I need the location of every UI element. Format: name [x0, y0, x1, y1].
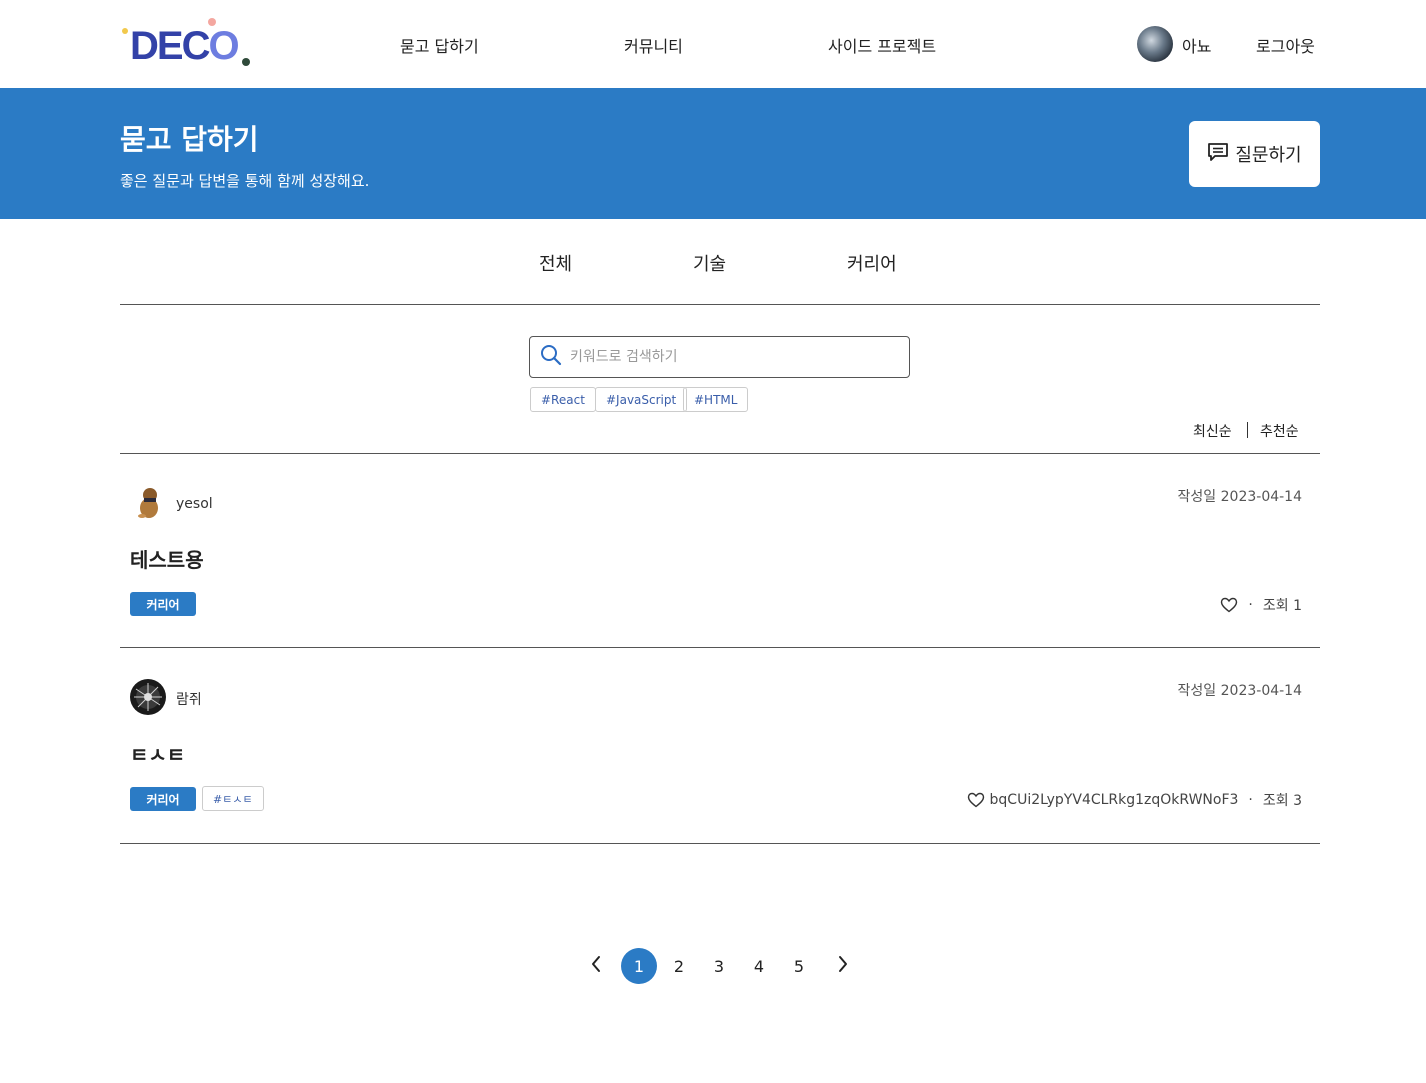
chevron-right-icon[interactable]: [836, 952, 850, 980]
list-top-divider: [120, 453, 1320, 454]
ask-question-button[interactable]: 질문하기: [1189, 121, 1320, 187]
tab-all[interactable]: 전체: [539, 250, 572, 276]
tabs-divider: [120, 304, 1320, 305]
logo-dot-green: [242, 58, 250, 66]
search-tag-react[interactable]: #React: [530, 387, 596, 412]
page-3[interactable]: 3: [701, 948, 737, 984]
heart-icon[interactable]: [967, 792, 985, 808]
sort-latest[interactable]: 최신순: [1193, 421, 1232, 441]
logout-link[interactable]: 로그아웃: [1256, 33, 1315, 57]
page-banner: 묻고 답하기 좋은 질문과 답변을 통해 함께 성장해요. 질문하기: [0, 88, 1426, 219]
post-meta: · 조회 1: [1220, 595, 1302, 615]
sort-recommended[interactable]: 추천순: [1260, 421, 1299, 441]
search-input[interactable]: [570, 349, 890, 365]
post-title[interactable]: ㅌㅅㅌ: [130, 739, 185, 768]
tab-career[interactable]: 커리어: [847, 250, 897, 276]
logo-dot-yellow: [122, 28, 128, 34]
page-subtitle: 좋은 질문과 답변을 통해 함께 성장해요.: [120, 172, 370, 190]
heart-icon[interactable]: [1220, 597, 1238, 613]
post-tag[interactable]: #ㅌㅅㅌ: [202, 786, 264, 811]
author-name: 람쥐: [176, 692, 202, 708]
post-date: 작성일 2023-04-14: [1177, 489, 1302, 505]
pagination: 1 2 3 4 5: [0, 948, 1426, 984]
nav-community[interactable]: 커뮤니티: [624, 33, 683, 57]
category-badge: 커리어: [130, 787, 196, 811]
page-5[interactable]: 5: [781, 948, 817, 984]
user-name[interactable]: 아뇨: [1182, 33, 1211, 57]
tab-tech[interactable]: 기술: [693, 250, 726, 276]
post-title[interactable]: 테스트용: [130, 544, 204, 573]
page-title: 묻고 답하기: [120, 123, 259, 156]
ask-question-label: 질문하기: [1235, 145, 1302, 166]
page-1[interactable]: 1: [621, 948, 657, 984]
search-box[interactable]: [529, 336, 910, 378]
post-date: 작성일 2023-04-14: [1177, 683, 1302, 699]
user-avatar[interactable]: [1137, 26, 1173, 62]
deco-logo[interactable]: DECO: [120, 18, 252, 70]
nav-qna[interactable]: 묻고 답하기: [400, 33, 479, 57]
sort-separator: [1247, 422, 1248, 438]
like-count: bqCUi2LypYV4CLRkg1zqOkRWNoF3: [989, 792, 1239, 808]
nav-side-project[interactable]: 사이드 프로젝트: [828, 33, 936, 57]
page-4[interactable]: 4: [741, 948, 777, 984]
meta-separator: ·: [1248, 792, 1253, 808]
view-count: 조회 3: [1262, 793, 1302, 809]
logo-wordmark: DECO: [130, 24, 240, 68]
view-count: 조회 1: [1262, 598, 1302, 614]
list-bottom-divider: [120, 843, 1320, 844]
category-badge: 커리어: [130, 592, 196, 616]
post-divider: [120, 647, 1320, 648]
author-avatar: [130, 679, 166, 715]
search-icon: [540, 344, 562, 370]
chevron-left-icon[interactable]: [589, 952, 603, 980]
search-tag-javascript[interactable]: #JavaScript: [595, 387, 688, 412]
post-meta: bqCUi2LypYV4CLRkg1zqOkRWNoF3 · 조회 3: [967, 790, 1302, 810]
search-tag-html[interactable]: #HTML: [683, 387, 749, 412]
comment-icon: [1207, 142, 1229, 166]
author-avatar: [130, 484, 166, 520]
author-name: yesol: [176, 496, 213, 512]
page-2[interactable]: 2: [661, 948, 697, 984]
meta-separator: ·: [1248, 597, 1253, 613]
top-header: DECO 묻고 답하기 커뮤니티 사이드 프로젝트 아뇨 로그아웃: [0, 0, 1426, 88]
